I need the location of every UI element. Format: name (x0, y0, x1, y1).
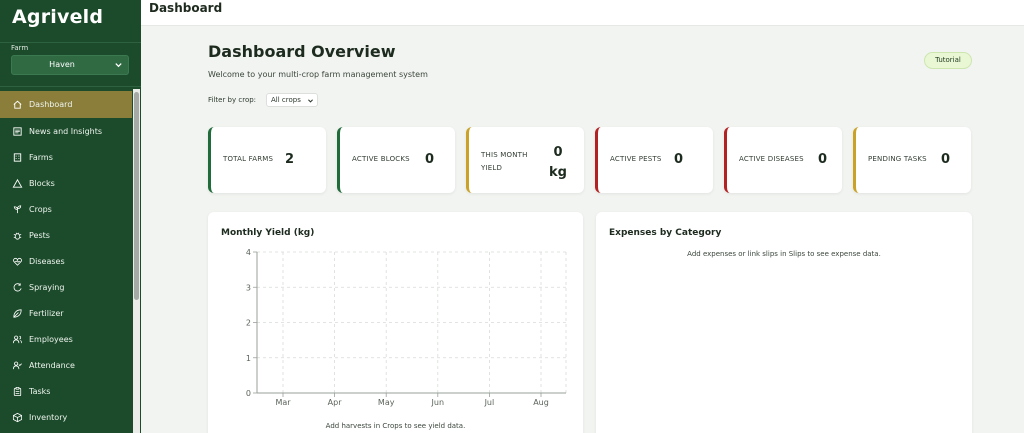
yield-chart: 0 1 2 3 4 Mar Apr May Jun Jul Aug (246, 248, 567, 407)
spray-icon (12, 282, 23, 293)
sidebar-item-tasks[interactable]: Tasks (0, 378, 132, 404)
building-icon (12, 152, 23, 163)
farm-select-value: Haven (49, 60, 75, 69)
sidebar-item-label: News and Insights (29, 126, 103, 136)
monthly-yield-panel: Monthly Yield (kg) 0 1 2 3 4 Mar Apr May Jun Jul A… (208, 212, 583, 433)
bug-icon (12, 230, 23, 241)
stat-value: 0 kg (549, 143, 567, 183)
sidebar-item-fertilizer[interactable]: Fertilizer (0, 300, 132, 326)
stat-label-line: YIELD (481, 164, 503, 172)
triangle-icon (12, 178, 23, 189)
top-bar: Dashboard (141, 0, 1024, 26)
sidebar-item-diseases[interactable]: Diseases (0, 248, 132, 274)
heart-pulse-icon (12, 256, 23, 267)
sidebar-item-label: Tasks (29, 386, 51, 396)
sidebar-item-news[interactable]: News and Insights (0, 118, 132, 144)
stat-value-number: 0 (553, 145, 563, 160)
x-tick-label: May (378, 398, 395, 407)
sidebar-item-label: Fertilizer (29, 308, 64, 318)
stat-value: 0 (425, 152, 435, 167)
divider (0, 42, 141, 43)
sidebar-item-blocks[interactable]: Blocks (0, 170, 132, 196)
y-tick-label: 0 (246, 389, 251, 398)
home-icon (12, 99, 23, 110)
stat-card-active-diseases: ACTIVE DISEASES 0 (724, 127, 842, 193)
page-title: Dashboard Overview (208, 42, 396, 61)
stat-value-unit: kg (549, 165, 567, 180)
sidebar-item-label: Pests (29, 230, 50, 240)
y-tick-label: 1 (246, 354, 251, 363)
filter-label: Filter by crop: (208, 96, 257, 104)
x-tick-label: Jul (484, 398, 495, 407)
farm-select[interactable]: Haven (11, 55, 129, 75)
stat-card-active-blocks: ACTIVE BLOCKS 0 (337, 127, 455, 193)
stat-card-pending-tasks: PENDING TASKS 0 (853, 127, 971, 193)
newspaper-icon (12, 126, 23, 137)
y-tick-label: 3 (246, 283, 251, 292)
stat-label: ACTIVE BLOCKS (352, 155, 410, 163)
chevron-down-icon (115, 63, 122, 68)
divider (0, 86, 141, 87)
sidebar-item-label: Spraying (29, 282, 65, 292)
leaf-icon (12, 308, 23, 319)
expenses-panel: Expenses by Category Add expenses or lin… (596, 212, 972, 433)
sidebar-nav: Dashboard News and Insights Farms Blocks… (0, 91, 132, 430)
stat-card-total-farms: TOTAL FARMS 2 (208, 127, 326, 193)
clipboard-icon (12, 386, 23, 397)
crop-filter-value: All crops (271, 96, 301, 104)
package-icon (12, 412, 23, 423)
sidebar-item-label: Blocks (29, 178, 55, 188)
stat-card-active-pests: ACTIVE PESTS 0 (595, 127, 713, 193)
x-tick-label: Apr (328, 398, 343, 407)
farm-label: Farm (11, 44, 29, 52)
sidebar: Agriveld Farm Haven Dashboard News and I… (0, 0, 141, 433)
page-subtitle: Welcome to your multi-crop farm manageme… (208, 70, 428, 79)
stat-label: PENDING TASKS (868, 155, 927, 163)
app-logo: Agriveld (12, 6, 104, 28)
sidebar-scrollbar-thumb[interactable] (134, 92, 139, 300)
stat-label-line: THIS MONTH (481, 151, 528, 159)
sidebar-item-employees[interactable]: Employees (0, 326, 132, 352)
y-tick-label: 2 (246, 319, 251, 328)
stat-value: 0 (941, 152, 951, 167)
sprout-icon (12, 204, 23, 215)
users-icon (12, 334, 23, 345)
sidebar-item-label: Attendance (29, 360, 75, 370)
sidebar-item-spraying[interactable]: Spraying (0, 274, 132, 300)
sidebar-item-label: Dashboard (29, 100, 73, 109)
stat-value: 2 (285, 152, 295, 167)
sidebar-item-attendance[interactable]: Attendance (0, 352, 132, 378)
sidebar-item-label: Farms (29, 152, 53, 162)
y-tick-label: 4 (246, 248, 251, 257)
sidebar-item-label: Diseases (29, 256, 65, 266)
chevron-down-icon (308, 99, 313, 103)
stat-card-month-yield: THIS MONTH YIELD 0 kg (466, 127, 584, 193)
sidebar-item-inventory[interactable]: Inventory (0, 404, 132, 430)
tutorial-button[interactable]: Tutorial (924, 52, 972, 69)
stat-label: ACTIVE DISEASES (739, 155, 804, 163)
expenses-empty-note: Add expenses or link slips in Slips to s… (687, 250, 881, 258)
chart-empty-note: Add harvests in Crops to see yield data. (325, 422, 466, 430)
sidebar-item-farms[interactable]: Farms (0, 144, 132, 170)
stat-value: 0 (674, 152, 684, 167)
sidebar-item-crops[interactable]: Crops (0, 196, 132, 222)
sidebar-item-label: Crops (29, 204, 52, 214)
stat-label: THIS MONTH YIELD (481, 149, 541, 175)
stat-label: TOTAL FARMS (223, 155, 274, 163)
topbar-title: Dashboard (149, 1, 223, 15)
stat-label: ACTIVE PESTS (610, 155, 662, 163)
sidebar-item-label: Employees (29, 334, 73, 344)
sidebar-item-dashboard[interactable]: Dashboard (0, 91, 132, 118)
sidebar-item-label: Inventory (29, 412, 68, 422)
x-tick-label: Jun (431, 398, 445, 407)
user-check-icon (12, 360, 23, 371)
sidebar-item-pests[interactable]: Pests (0, 222, 132, 248)
x-tick-label: Mar (275, 398, 291, 407)
x-tick-label: Aug (533, 398, 549, 407)
panel-title: Expenses by Category (609, 228, 722, 238)
stat-value: 0 (818, 152, 828, 167)
crop-filter-select[interactable]: All crops (266, 93, 318, 107)
